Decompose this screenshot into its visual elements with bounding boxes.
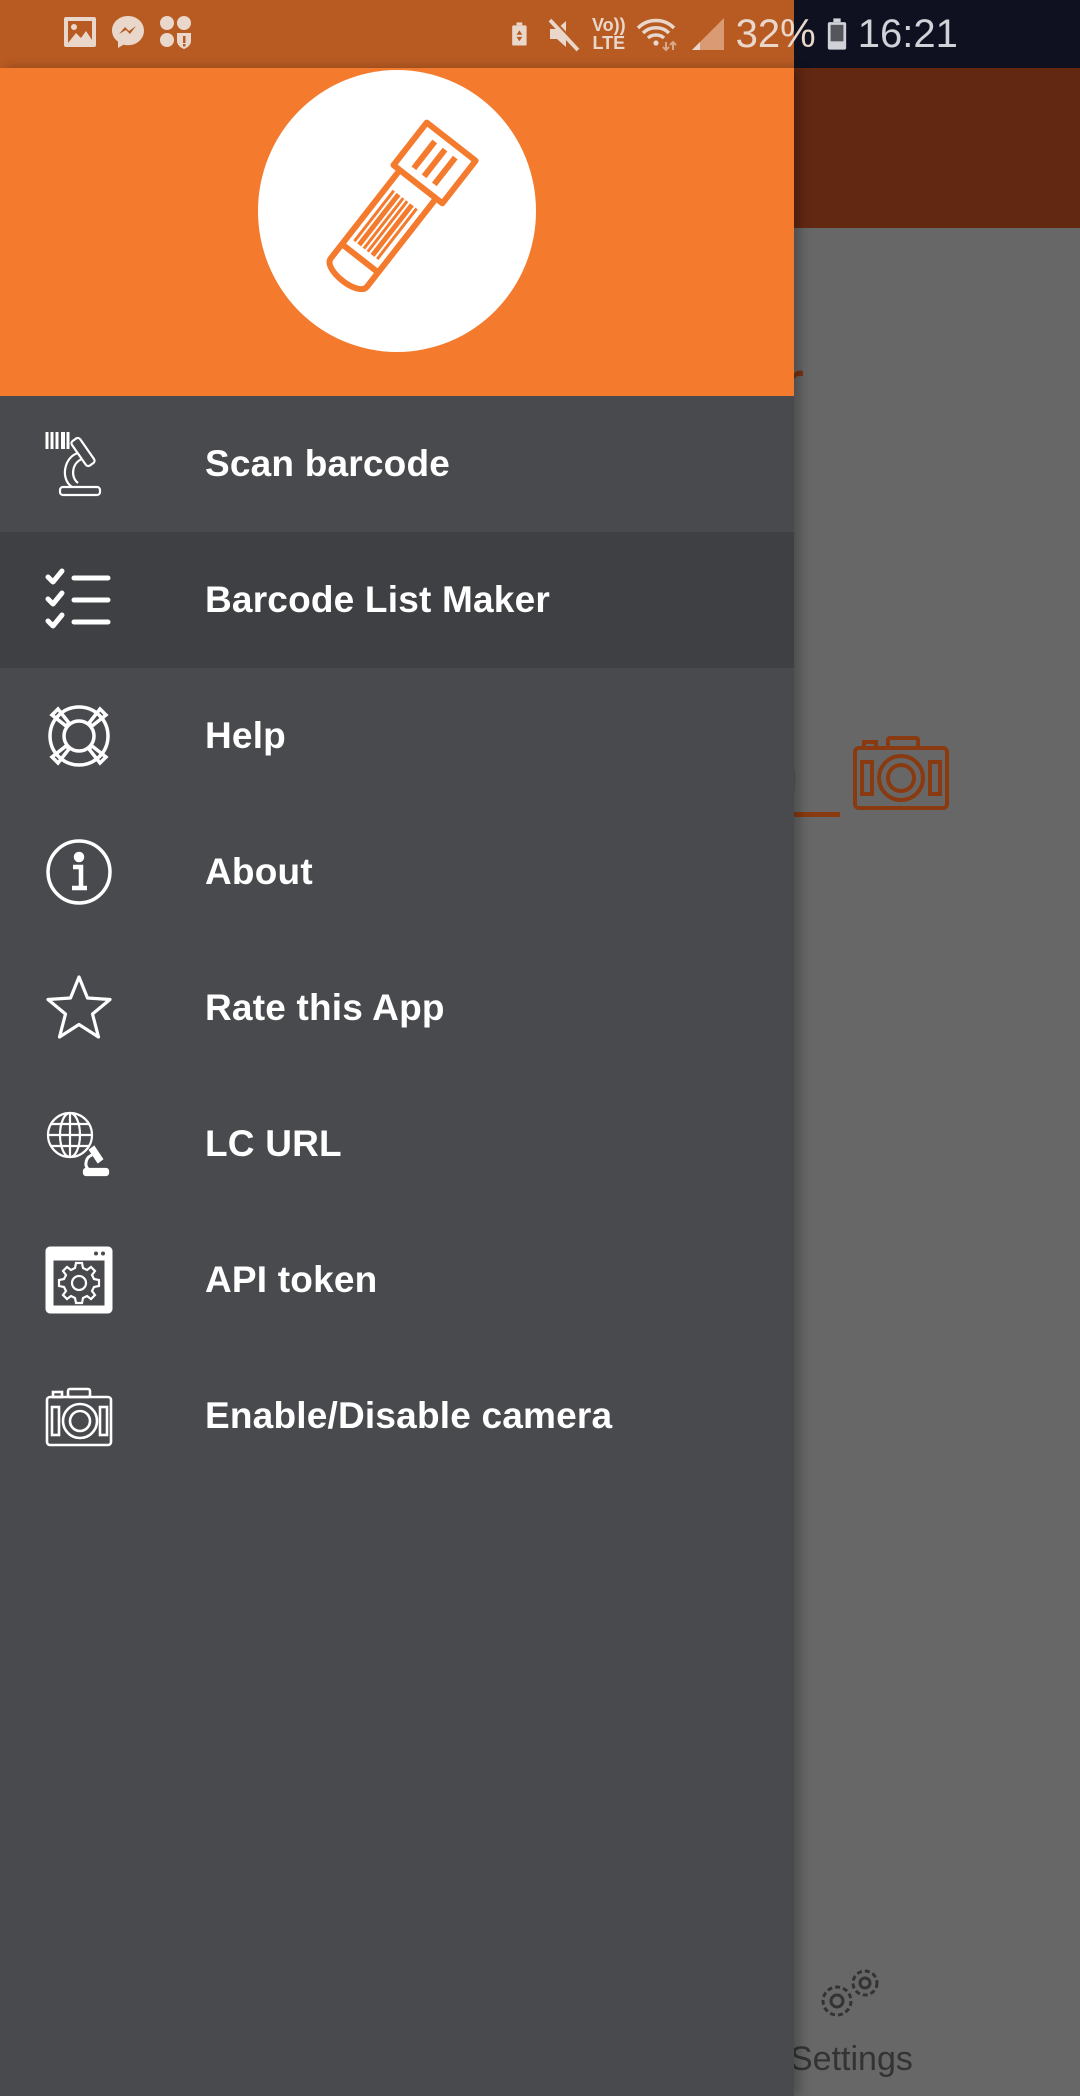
app-logo xyxy=(258,70,536,352)
menu-item-toggle-camera[interactable]: Enable/Disable camera xyxy=(0,1348,794,1484)
notification-icons xyxy=(62,14,194,50)
wifi-icon xyxy=(636,18,677,52)
status-bar: Vo)) LTE 32% 16:21 xyxy=(0,0,1080,68)
menu-item-barcode-list-maker[interactable]: Barcode List Maker xyxy=(0,532,794,668)
menu-item-lc-url[interactable]: LC URL xyxy=(0,1076,794,1212)
test-tube-barcode-icon xyxy=(326,119,479,292)
menu-item-label: About xyxy=(205,851,313,892)
gallery-icon xyxy=(64,17,96,47)
menu-item-rate-app[interactable]: Rate this App xyxy=(0,940,794,1076)
menu-item-label: LC URL xyxy=(205,1123,342,1164)
clock: 16:21 xyxy=(857,12,958,56)
camera-icon xyxy=(44,1381,114,1451)
volte-icon: Vo)) LTE xyxy=(592,15,626,53)
battery-percent: 32% xyxy=(735,12,816,56)
menu-item-label: API token xyxy=(205,1259,378,1300)
menu-item-label: Enable/Disable camera xyxy=(205,1395,613,1436)
apps-security-icon xyxy=(160,16,191,49)
menu-item-about[interactable]: About xyxy=(0,804,794,940)
signal-icon xyxy=(691,18,724,50)
info-icon xyxy=(44,837,114,907)
window-gear-icon xyxy=(44,1245,114,1315)
checklist-icon xyxy=(44,565,114,635)
barcode-microscope-icon xyxy=(44,429,114,499)
menu-item-label: Help xyxy=(205,715,286,756)
menu-item-scan-barcode[interactable]: Scan barcode xyxy=(0,396,794,532)
background-settings-label: Settings xyxy=(790,2040,913,2078)
star-icon xyxy=(44,973,114,1043)
menu-item-api-token[interactable]: API token xyxy=(0,1212,794,1348)
mute-icon xyxy=(548,17,581,52)
system-status-icons: Vo)) LTE 32% 16:21 xyxy=(510,12,958,56)
drawer-header xyxy=(0,68,794,396)
navigation-drawer: Scan barcode Barcode List Maker Help Abo… xyxy=(0,68,794,2096)
background-camera-icon xyxy=(853,736,949,810)
menu-item-help[interactable]: Help xyxy=(0,668,794,804)
menu-item-label: Scan barcode xyxy=(205,443,451,484)
lifebuoy-icon xyxy=(44,701,114,771)
messenger-icon xyxy=(112,16,144,48)
battery-saver-icon xyxy=(512,22,527,46)
menu-item-label: Rate this App xyxy=(205,987,445,1028)
globe-microscope-icon xyxy=(44,1109,114,1179)
battery-icon xyxy=(827,18,846,50)
menu-item-label: Barcode List Maker xyxy=(205,579,550,620)
drawer-menu: Scan barcode Barcode List Maker Help Abo… xyxy=(0,396,794,1484)
background-settings-icon xyxy=(821,1969,879,2017)
